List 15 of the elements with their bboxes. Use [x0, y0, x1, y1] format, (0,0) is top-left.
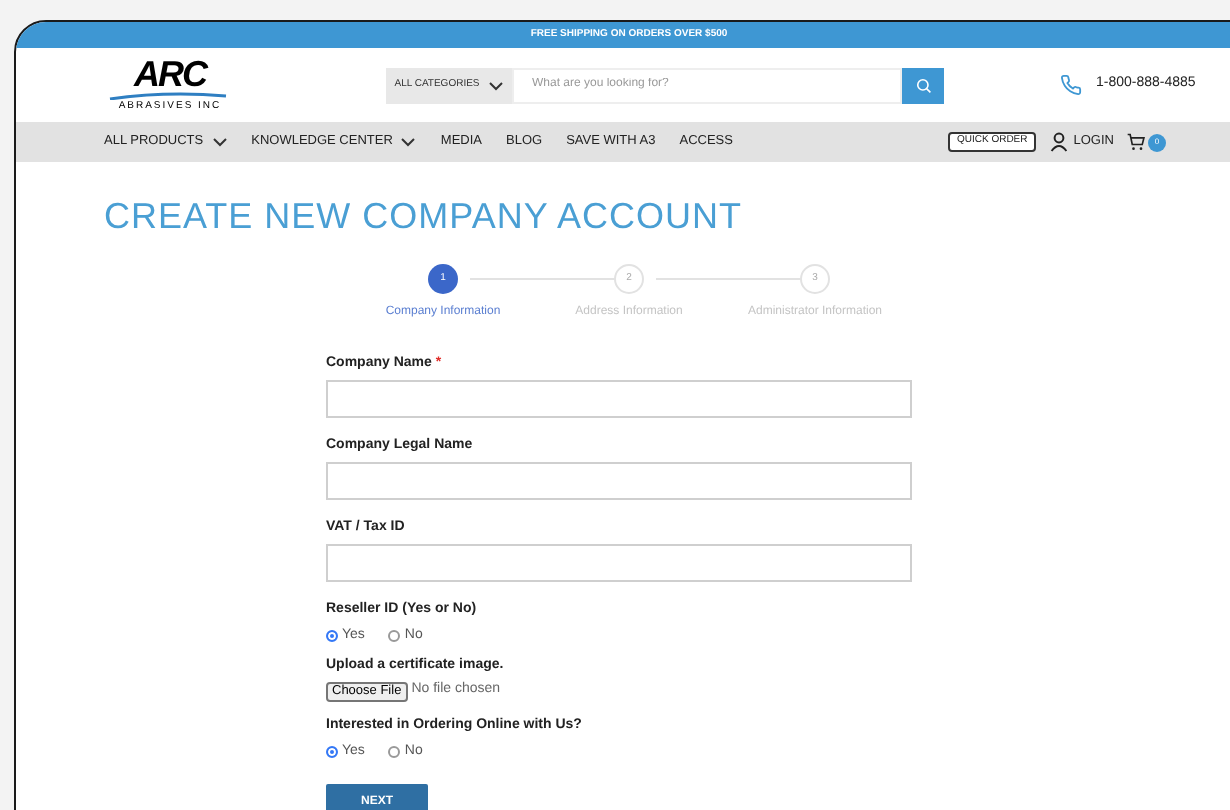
cart-icon[interactable] [1125, 132, 1146, 152]
chevron-down-icon [487, 79, 504, 91]
phone-icon [1060, 74, 1082, 96]
logo-wordmark: ARC [134, 57, 206, 91]
radio-button[interactable] [326, 630, 338, 642]
search-icon [915, 77, 931, 93]
user-icon [1049, 132, 1068, 152]
text-input-field[interactable] [326, 544, 912, 582]
text-input-field[interactable] [326, 380, 912, 418]
radio-button[interactable] [388, 630, 401, 642]
radio-button[interactable] [388, 746, 401, 758]
page-title: CREATE NEW COMPANY ACCOUNT [104, 194, 745, 238]
text-input-field[interactable] [326, 462, 912, 500]
radio-button[interactable] [326, 746, 338, 758]
search-button[interactable] [902, 67, 944, 103]
